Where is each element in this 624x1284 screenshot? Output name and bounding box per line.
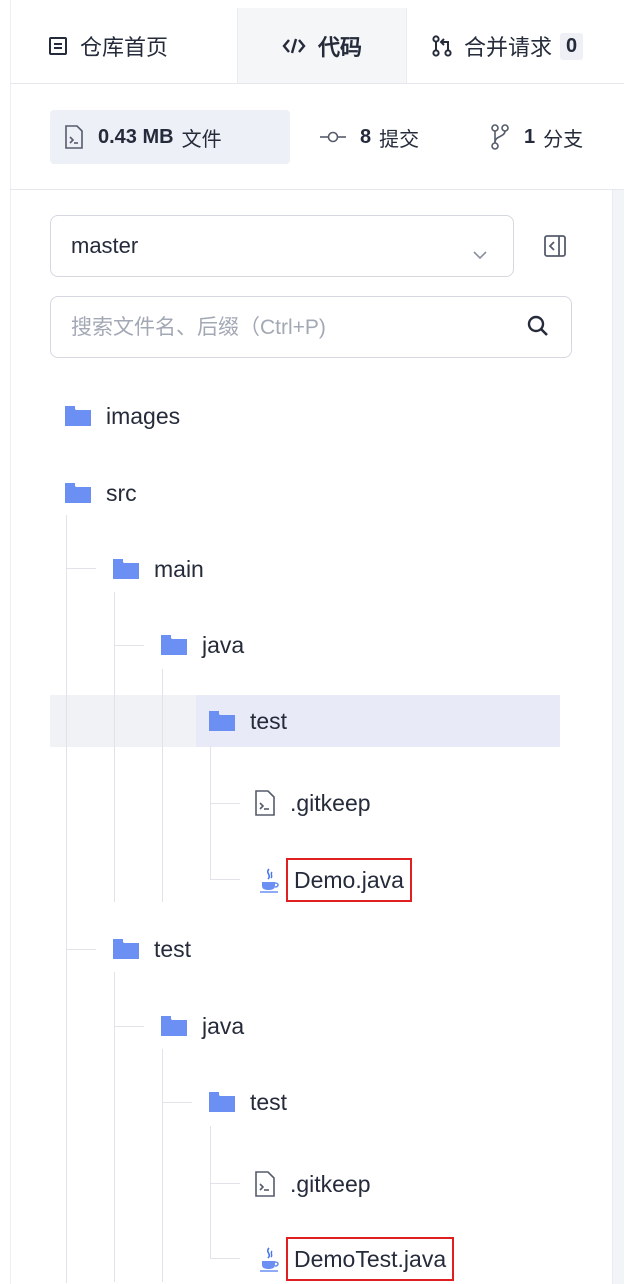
file-search-input[interactable] (69, 309, 503, 347)
panel-collapse-icon (543, 235, 567, 262)
tree-item-label: java (202, 1012, 245, 1039)
tree-item-test[interactable]: test (208, 1077, 287, 1127)
branch-select-value: master (71, 233, 139, 258)
folder-icon (160, 1015, 188, 1037)
java-icon (258, 867, 280, 893)
tab-repo-home-label: 仓库首页 (80, 35, 169, 60)
indent-guide (114, 645, 144, 646)
tree-item-java[interactable]: java (160, 1001, 244, 1051)
file-icon (254, 790, 276, 816)
tree-item-images[interactable]: images (64, 391, 180, 441)
indent-guide (114, 972, 115, 1282)
branch-icon (490, 124, 510, 150)
tree-item-demotest-java[interactable]: DemoTest.java (258, 1234, 455, 1284)
tree-item-label: main (154, 555, 204, 582)
indent-guide (114, 1026, 144, 1027)
indent-guide (210, 1126, 211, 1259)
stat-commits-label: 提交 (379, 128, 420, 151)
stat-branches[interactable]: 1 分支 (490, 110, 583, 164)
indent-guide (66, 568, 96, 569)
indent-guide (210, 1183, 240, 1184)
folder-icon (64, 482, 92, 504)
stats-divider (10, 189, 624, 190)
indent-guide (66, 949, 96, 950)
tab-merge-requests-label: 合并请求 (464, 35, 553, 60)
stat-commits-value: 8 (360, 125, 372, 148)
folder-icon (112, 558, 140, 580)
stat-size-label: 文件 (181, 128, 222, 151)
tab-code-label: 代码 (317, 35, 362, 60)
commit-icon (320, 130, 346, 144)
indent-guide (210, 879, 240, 880)
folder-icon (64, 405, 92, 427)
indent-guide (162, 1102, 192, 1103)
indent-guide (210, 746, 211, 879)
tab-code[interactable]: 代码 (237, 8, 407, 84)
tree-item-test[interactable]: test (112, 924, 191, 974)
tree-item-java[interactable]: java (160, 620, 244, 670)
file-icon (254, 1171, 276, 1197)
indent-guide (210, 1258, 240, 1259)
stat-branches-value: 1 (524, 125, 536, 148)
file-search (50, 296, 572, 358)
tree-item-gitkeep[interactable]: .gitkeep (254, 778, 371, 828)
panel-collapse-button[interactable] (543, 234, 567, 263)
selected-row-indent (50, 695, 196, 747)
tree-item-src[interactable]: src (64, 468, 137, 518)
tree-item-demo-java[interactable]: Demo.java (258, 855, 412, 905)
tree-item-label: .gitkeep (290, 1170, 371, 1197)
stat-size[interactable]: 0.43 MB 文件 (50, 110, 290, 164)
annotation-highlight: DemoTest.java (286, 1237, 455, 1281)
folder-icon (208, 1091, 236, 1113)
branch-select[interactable]: master (50, 215, 514, 277)
tree-item-label: test (250, 707, 288, 734)
tab-repo-home[interactable]: 仓库首页 (48, 8, 168, 84)
tree-item-label: test (250, 1088, 288, 1115)
tab-merge-requests[interactable]: 合并请求 0 (432, 8, 584, 84)
tree-item-label: .gitkeep (290, 789, 371, 816)
stat-branches-label: 分支 (543, 128, 584, 151)
stat-size-value: 0.43 MB (98, 125, 174, 148)
file-icon (64, 125, 84, 149)
folder-icon (160, 634, 188, 656)
merge-request-icon (432, 35, 452, 57)
tree-item-label: src (106, 479, 137, 506)
indent-guide (66, 515, 67, 1283)
tree-item-gitkeep[interactable]: .gitkeep (254, 1159, 371, 1209)
chevron-down-icon (473, 240, 487, 266)
indent-guide (162, 669, 163, 902)
tree-item-test-selected[interactable]: test (208, 696, 287, 746)
right-panel-scrollbar[interactable] (612, 190, 624, 1284)
tree-item-label: images (106, 402, 181, 429)
indent-guide (162, 1049, 163, 1282)
indent-guide (210, 803, 240, 804)
search-icon[interactable] (527, 315, 549, 342)
left-border (10, 0, 11, 1284)
tree-item-label: java (202, 631, 245, 658)
annotation-highlight: Demo.java (286, 858, 412, 902)
java-icon (258, 1246, 280, 1272)
indent-guide (114, 592, 115, 902)
tabs-divider (10, 83, 624, 84)
repo-home-icon (48, 36, 68, 56)
tree-item-label: test (154, 935, 192, 962)
folder-icon (208, 710, 236, 732)
tree-item-main[interactable]: main (112, 544, 204, 594)
folder-icon (112, 938, 140, 960)
repo-tabs: 仓库首页 代码 合并请求 0 (0, 0, 624, 84)
code-icon (282, 37, 306, 55)
merge-requests-count: 0 (560, 32, 584, 60)
stat-commits[interactable]: 8 提交 (320, 110, 419, 164)
